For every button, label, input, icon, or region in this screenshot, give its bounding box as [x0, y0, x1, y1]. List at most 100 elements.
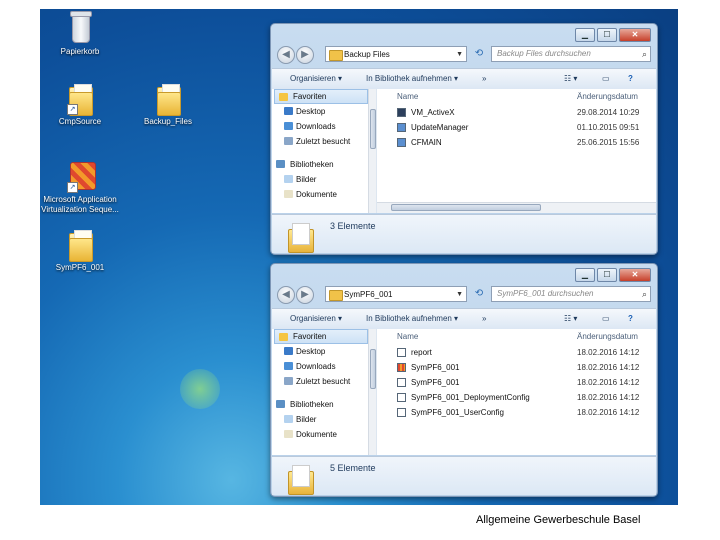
- desktop-icon-sympf6[interactable]: SymPF6_001: [40, 227, 126, 273]
- view-options-icon[interactable]: ☷ ▾: [564, 69, 577, 89]
- search-placeholder: Backup Files durchsuchen: [497, 49, 591, 58]
- item-count: 5 Elemente: [330, 463, 376, 473]
- search-icon[interactable]: ⌕: [642, 47, 647, 61]
- file-row[interactable]: SymPF6_001 18.02.2016 14:12: [377, 360, 656, 375]
- back-button[interactable]: ◀: [277, 286, 295, 304]
- nav-desktop[interactable]: Desktop: [272, 104, 376, 119]
- column-headers: Name Änderungsdatum: [377, 89, 656, 105]
- add-to-library-menu[interactable]: In Bibliothek aufnehmen ▾: [366, 309, 458, 329]
- file-row[interactable]: report 18.02.2016 14:12: [377, 345, 656, 360]
- downloads-icon: [284, 122, 293, 130]
- dropdown-arrow-icon[interactable]: ▼: [456, 47, 463, 61]
- nav-downloads[interactable]: Downloads: [272, 119, 376, 134]
- close-button[interactable]: ✕: [619, 268, 651, 282]
- desktop-icon-recycle-bin[interactable]: Papierkorb: [40, 11, 126, 57]
- recent-places-icon: [284, 377, 293, 385]
- desktop-icon-label: Microsoft Application Virtualization Seq…: [41, 195, 119, 214]
- column-name[interactable]: Name: [397, 89, 418, 105]
- desktop-icon: [284, 347, 293, 355]
- address-bar: ◀ ▶ SymPF6_001 ▼ ⟲ SymPF6_001 durchsuche…: [277, 285, 651, 304]
- minimize-button[interactable]: ▁: [575, 268, 595, 282]
- column-name[interactable]: Name: [397, 329, 418, 345]
- folder-icon: [69, 230, 93, 262]
- preview-pane-icon[interactable]: ▭: [602, 69, 610, 89]
- details-pane: 3 Elemente: [272, 214, 656, 253]
- file-row[interactable]: SymPF6_001_UserConfig 18.02.2016 14:12: [377, 405, 656, 420]
- nav-scrollbar[interactable]: [368, 329, 376, 455]
- application-icon: [397, 108, 406, 117]
- file-row[interactable]: SymPF6_001 18.02.2016 14:12: [377, 375, 656, 390]
- nav-recent[interactable]: Zuletzt besucht: [272, 374, 376, 389]
- package-icon: [397, 363, 406, 372]
- nav-pictures[interactable]: Bilder: [272, 412, 376, 427]
- address-path: SymPF6_001: [344, 290, 393, 299]
- folder-icon: [288, 223, 314, 253]
- nav-libraries[interactable]: Bibliotheken: [272, 397, 376, 412]
- libraries-icon: [276, 160, 285, 168]
- column-date[interactable]: Änderungsdatum: [577, 89, 638, 105]
- help-icon[interactable]: ?: [628, 309, 633, 329]
- back-button[interactable]: ◀: [277, 46, 295, 64]
- address-path: Backup Files: [344, 50, 390, 59]
- libraries-icon: [276, 400, 285, 408]
- nav-pictures[interactable]: Bilder: [272, 172, 376, 187]
- help-icon[interactable]: ?: [628, 69, 633, 89]
- shortcut-arrow-icon: ↗: [67, 104, 78, 115]
- organize-menu[interactable]: Organisieren ▾: [290, 309, 342, 329]
- nav-libraries[interactable]: Bibliotheken: [272, 157, 376, 172]
- forward-button[interactable]: ▶: [296, 46, 314, 64]
- search-icon[interactable]: ⌕: [642, 287, 647, 301]
- forward-button[interactable]: ▶: [296, 286, 314, 304]
- nav-documents[interactable]: Dokumente: [272, 427, 376, 442]
- organize-menu[interactable]: Organisieren ▾: [290, 69, 342, 89]
- address-field[interactable]: Backup Files ▼: [325, 46, 467, 62]
- nav-favorites[interactable]: Favoriten: [274, 89, 368, 104]
- search-input[interactable]: SymPF6_001 durchsuchen ⌕: [491, 286, 651, 302]
- desktop-icon-label: Papierkorb: [60, 47, 100, 56]
- nav-scrollbar[interactable]: [368, 89, 376, 213]
- desktop-icon-label: CmpSource: [58, 117, 102, 126]
- folder-icon: [288, 465, 314, 495]
- more-commands[interactable]: »: [482, 69, 486, 89]
- refresh-icon[interactable]: ⟲: [471, 46, 487, 62]
- nav-downloads[interactable]: Downloads: [272, 359, 376, 374]
- close-button[interactable]: ✕: [619, 28, 651, 42]
- address-bar: ◀ ▶ Backup Files ▼ ⟲ Backup Files durchs…: [277, 45, 651, 64]
- maximize-button[interactable]: ☐: [597, 28, 617, 42]
- nav-documents[interactable]: Dokumente: [272, 187, 376, 202]
- refresh-icon[interactable]: ⟲: [471, 286, 487, 302]
- nav-desktop[interactable]: Desktop: [272, 344, 376, 359]
- details-pane: 5 Elemente: [272, 456, 656, 495]
- address-field[interactable]: SymPF6_001 ▼: [325, 286, 467, 302]
- column-date[interactable]: Änderungsdatum: [577, 329, 638, 345]
- dropdown-arrow-icon[interactable]: ▼: [456, 287, 463, 301]
- desktop-icon-app-v-sequencer[interactable]: ↗ Microsoft Application Virtualization S…: [40, 159, 126, 215]
- shortcut-arrow-icon: ↗: [67, 182, 78, 193]
- document-icon: [397, 378, 406, 387]
- maximize-button[interactable]: ☐: [597, 268, 617, 282]
- file-row[interactable]: SymPF6_001_DeploymentConfig 18.02.2016 14…: [377, 390, 656, 405]
- nav-recent[interactable]: Zuletzt besucht: [272, 134, 376, 149]
- file-list-horizontal-scrollbar[interactable]: [377, 202, 656, 213]
- preview-pane-icon[interactable]: ▭: [602, 309, 610, 329]
- item-count: 3 Elemente: [330, 221, 376, 231]
- desktop-icon-label: SymPF6_001: [55, 263, 105, 272]
- add-to-library-menu[interactable]: In Bibliothek aufnehmen ▾: [366, 69, 458, 89]
- nav-favorites[interactable]: Favoriten: [274, 329, 368, 344]
- desktop-icon-cmpsource[interactable]: ↗ CmpSource: [40, 81, 126, 127]
- more-commands[interactable]: »: [482, 309, 486, 329]
- file-row[interactable]: CFMAIN 25.06.2015 15:56: [377, 135, 656, 150]
- explorer-window-sympf6[interactable]: ▁ ☐ ✕ ◀ ▶ SymPF6_001 ▼ ⟲ SymPF6_001 durc…: [270, 263, 658, 497]
- explorer-window-backup-files[interactable]: ▁ ☐ ✕ ◀ ▶ Backup Files ▼ ⟲ Backup Files …: [270, 23, 658, 255]
- view-options-icon[interactable]: ☷ ▾: [564, 309, 577, 329]
- document-icon: [397, 393, 406, 402]
- search-input[interactable]: Backup Files durchsuchen ⌕: [491, 46, 651, 62]
- search-placeholder: SymPF6_001 durchsuchen: [497, 289, 594, 298]
- minimize-button[interactable]: ▁: [575, 28, 595, 42]
- file-row[interactable]: VM_ActiveX 29.08.2014 10:29: [377, 105, 656, 120]
- file-row[interactable]: UpdateManager 01.10.2015 09:51: [377, 120, 656, 135]
- desktop-icon-backup-files[interactable]: Backup_Files: [122, 81, 214, 127]
- star-icon: [279, 93, 288, 101]
- desktop-icon-label: Backup_Files: [143, 117, 193, 126]
- documents-icon: [284, 430, 293, 438]
